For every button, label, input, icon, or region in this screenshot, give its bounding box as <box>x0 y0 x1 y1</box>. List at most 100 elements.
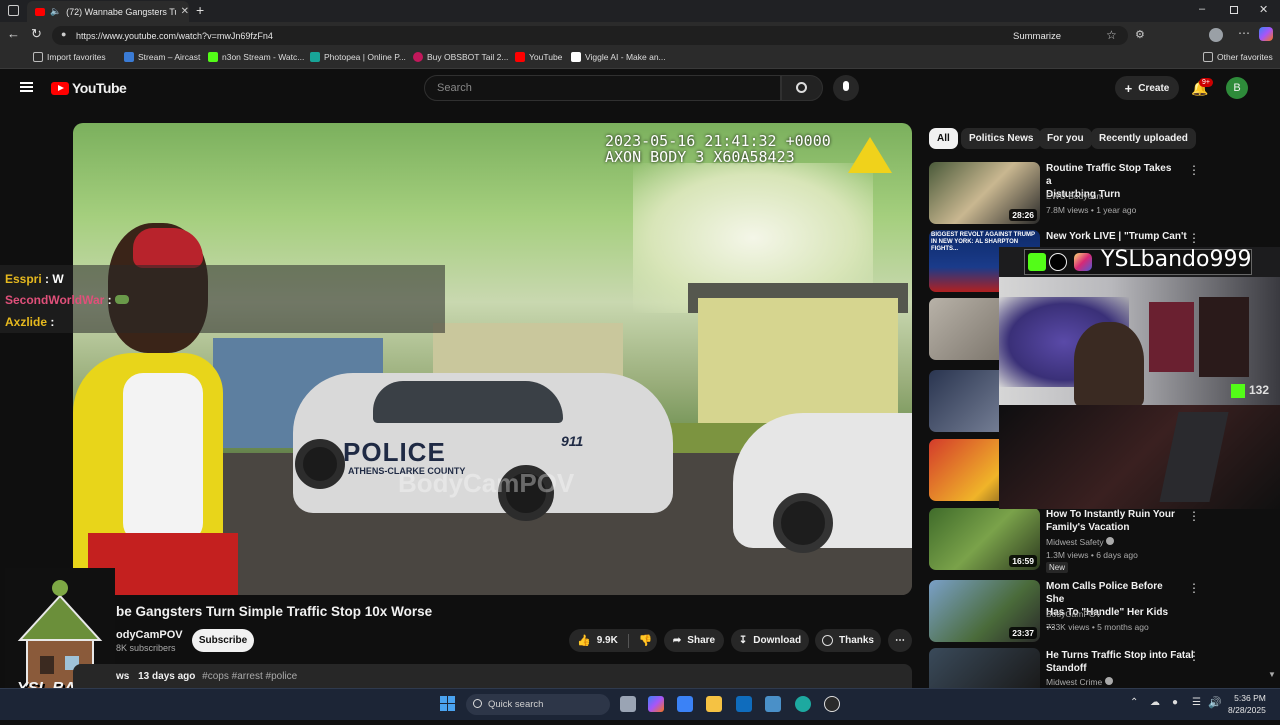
rec-menu-icon[interactable]: ⋮ <box>1188 509 1200 523</box>
favorite-n3on[interactable]: n3on Stream - Watc... <box>208 52 304 62</box>
description-box[interactable]: ws 13 days ago #cops #arrest #police <box>73 664 912 688</box>
close-tab-icon[interactable]: ✕ <box>181 6 189 17</box>
channel-name[interactable]: odyCamPOV <box>116 629 183 641</box>
favorite-photopea[interactable]: Photopea | Online P... <box>310 52 406 62</box>
chip-politics-news[interactable]: Politics News <box>961 128 1042 149</box>
obsbot-icon <box>413 52 423 62</box>
copilot-taskbar-icon[interactable] <box>648 696 664 712</box>
rec-menu-icon[interactable]: ⋮ <box>1188 231 1200 245</box>
rec-thumbnail[interactable]: 23:37 <box>929 580 1040 642</box>
more-actions-button[interactable]: ⋯ <box>888 629 912 652</box>
chip-recently-uploaded[interactable]: Recently uploaded <box>1091 128 1196 149</box>
rec-channel[interactable]: BodyCamPOV <box>1046 609 1101 619</box>
favorite-import[interactable]: Import favorites <box>33 52 106 62</box>
axon-logo-icon <box>848 137 892 173</box>
rec-meta: 7.8M views • 1 year ago <box>1046 205 1137 215</box>
favorite-aircast[interactable]: Stream – Aircast <box>124 52 200 62</box>
rec-menu-icon[interactable]: ⋮ <box>1188 649 1200 663</box>
like-dislike-group: 👍 9.9K 👎 <box>569 629 657 652</box>
restore-icon[interactable] <box>1230 6 1238 14</box>
edge-icon[interactable] <box>795 696 811 712</box>
voice-search-button[interactable] <box>833 75 859 101</box>
new-tab-icon[interactable]: + <box>196 2 204 18</box>
back-icon[interactable]: ← <box>7 26 20 41</box>
webcam-handle: YSLbando999 <box>1101 247 1252 272</box>
thanks-button[interactable]: Thanks <box>815 629 881 652</box>
search-input[interactable]: Search <box>424 75 781 101</box>
tiktok-icon <box>1049 253 1067 271</box>
rec-thumbnail[interactable]: 28:26 <box>929 162 1040 224</box>
like-icon[interactable]: 👍 <box>577 634 591 647</box>
network-icon[interactable]: ☁ <box>1150 697 1160 708</box>
download-button[interactable]: ↧ Download <box>731 629 809 652</box>
search-icon <box>796 82 807 93</box>
create-button[interactable]: + Create <box>1115 76 1179 100</box>
kick-logo-icon <box>1231 384 1245 398</box>
lock-icon: ● <box>61 29 67 39</box>
rec-channel[interactable]: Midwest Crime <box>1046 677 1113 687</box>
rec-title[interactable]: How To Instantly Ruin Your Family's Vacat… <box>1046 508 1176 534</box>
youtube-play-icon <box>51 81 69 95</box>
microphone-icon <box>843 81 849 91</box>
profile-icon[interactable] <box>1209 28 1223 42</box>
favorite-youtube[interactable]: YouTube <box>515 52 562 62</box>
youtube-favicon-icon <box>35 7 45 16</box>
photos-icon[interactable] <box>765 696 781 712</box>
copilot-icon[interactable] <box>1259 27 1273 41</box>
youtube-logo[interactable]: YouTube <box>51 80 127 96</box>
speaker-icon[interactable]: 🔈 <box>50 6 61 17</box>
rec-thumbnail[interactable] <box>929 648 1040 688</box>
tab-actions-icon[interactable] <box>8 5 19 16</box>
share-button[interactable]: ➦ Share <box>664 629 724 652</box>
dislike-icon[interactable]: 👎 <box>639 634 653 647</box>
extensions-icon[interactable]: ⚙ <box>1135 28 1145 41</box>
close-window-icon[interactable]: ✕ <box>1259 3 1268 16</box>
rec-menu-icon[interactable]: ⋮ <box>1188 163 1200 177</box>
outlook-icon[interactable] <box>736 696 752 712</box>
taskbar-search-input[interactable]: Quick search <box>466 694 610 715</box>
like-count[interactable]: 9.9K <box>597 635 618 646</box>
rec-channel[interactable]: Midwest Safety <box>1046 537 1115 547</box>
hamburger-menu-icon[interactable] <box>20 82 33 92</box>
minimize-icon[interactable]: – <box>1199 3 1205 15</box>
microphone-tray-icon[interactable]: ● <box>1172 697 1178 708</box>
account-avatar[interactable]: B <box>1226 77 1248 99</box>
file-explorer-icon[interactable] <box>706 696 722 712</box>
video-person-headscarf <box>133 228 203 268</box>
refresh-icon[interactable]: ↻ <box>31 26 42 42</box>
video-person-shirt <box>123 373 203 543</box>
notification-badge: 9+ <box>1199 78 1213 87</box>
url-field[interactable]: ● https://www.youtube.com/watch?v=mwJn69… <box>52 26 1128 45</box>
bodycam-timestamp: 2023-05-16 21:41:32 +0000 AXON BODY 3 X6… <box>605 132 831 166</box>
favorite-star-icon[interactable]: ☆ <box>1106 28 1117 42</box>
other-favorites[interactable]: Other favorites <box>1203 52 1273 62</box>
volume-icon[interactable]: 🔊 <box>1208 696 1222 709</box>
windows-start-icon[interactable] <box>440 696 455 711</box>
chip-all[interactable]: All <box>929 128 958 149</box>
favorite-viggle[interactable]: Viggle AI - Make an... <box>571 52 666 62</box>
favorite-obsbot[interactable]: Buy OBSBOT Tail 2... <box>413 52 508 62</box>
wifi-icon[interactable]: ☰ <box>1192 697 1201 708</box>
rec-title[interactable]: He Turns Traffic Stop into Fatal Standoff <box>1046 649 1194 675</box>
task-view-icon[interactable] <box>620 696 636 712</box>
taskbar-clock[interactable]: 5:36 PM 8/28/2025 <box>1228 692 1266 716</box>
kick-icon <box>1028 253 1046 271</box>
summarize-button[interactable]: Summarize <box>1013 31 1061 42</box>
chip-for-you[interactable]: For you <box>1039 128 1092 149</box>
verified-icon <box>1104 677 1113 685</box>
tab-youtube[interactable]: 🔈 (72) Wannabe Gangsters Tu ✕ <box>27 1 189 22</box>
store-icon[interactable] <box>677 696 693 712</box>
rec-menu-icon[interactable]: ⋮ <box>1188 581 1200 595</box>
rec-title[interactable]: New York LIVE | "Trump Can't <box>1046 230 1187 243</box>
kick-viewer-count: 132 <box>1249 383 1270 397</box>
search-button[interactable] <box>781 75 823 101</box>
webcam-desk <box>999 405 1280 509</box>
show-hidden-icons[interactable]: ⌃ <box>1130 697 1138 708</box>
scrollbar[interactable]: ▼ <box>1268 670 1276 682</box>
video-player[interactable]: POLICE ATHENS-CLARKE COUNTY 911 BodyCamP… <box>73 123 912 595</box>
rec-channel[interactable]: EWU Bodycam <box>1046 191 1104 201</box>
browser-menu-icon[interactable]: ⋯ <box>1238 26 1250 40</box>
obs-icon[interactable] <box>824 696 840 712</box>
subscribe-button[interactable]: Subscribe <box>192 629 254 652</box>
rec-thumbnail[interactable]: 16:59 <box>929 508 1040 570</box>
